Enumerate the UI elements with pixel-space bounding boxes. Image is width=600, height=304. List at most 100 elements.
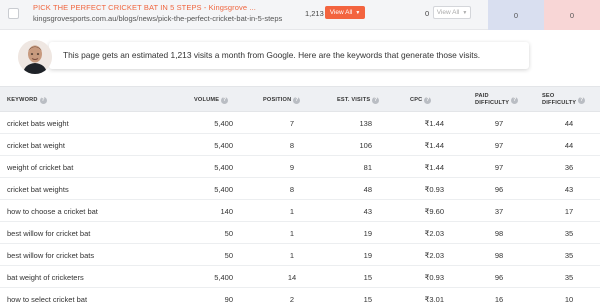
page-title-link[interactable]: PICK THE PERFECT CRICKET BAT IN 5 STEPS …	[33, 3, 256, 12]
keyword-cell[interactable]: weight of cricket bat	[7, 156, 73, 178]
help-icon[interactable]: ?	[511, 96, 519, 104]
keyword-cell[interactable]: how to select cricket bat	[7, 288, 87, 304]
table-row: weight of cricket bat 5,400 9 81 ₹1.44 9…	[0, 156, 600, 178]
seo-difficulty-cell: 17	[564, 206, 574, 216]
volume-cell: 50	[224, 250, 233, 260]
table-row: how to choose a cricket bat 140 1 43 ₹9.…	[0, 200, 600, 222]
table-row: cricket bats weight 5,400 7 138 ₹1.44 97…	[0, 112, 600, 134]
help-icon[interactable]: ?	[578, 96, 586, 104]
keyword-cell[interactable]: cricket bat weights	[7, 178, 69, 200]
view-all-disabled-button[interactable]: View All ▼	[433, 6, 471, 19]
header-seo-line1: SEO	[542, 93, 555, 99]
est-visits-cell: 48	[363, 184, 372, 194]
header-est-visits[interactable]: EST. VISITS ?	[337, 87, 380, 113]
volume-cell: 5,400	[214, 140, 233, 150]
chevron-down-icon: ▼	[355, 9, 361, 16]
table-row: cricket bat weights 5,400 8 48 ₹0.93 96 …	[0, 178, 600, 200]
volume-cell: 5,400	[214, 272, 233, 282]
header-keyword-label: KEYWORD	[7, 97, 38, 103]
cpc-cell: ₹1.44	[424, 140, 444, 150]
keyword-cell[interactable]: cricket bats weight	[7, 112, 69, 134]
seo-difficulty-cell: 35	[564, 250, 574, 260]
table-row: cricket bat weight 5,400 8 106 ₹1.44 97 …	[0, 134, 600, 156]
seo-difficulty-cell: 44	[564, 140, 574, 150]
keyword-cell[interactable]: best willow for cricket bat	[7, 222, 90, 244]
view-all-button[interactable]: View All ▼	[325, 6, 365, 19]
cpc-cell: ₹0.93	[424, 272, 444, 282]
table-row: how to select cricket bat 90 2 15 ₹3.01 …	[0, 288, 600, 304]
keyword-cell[interactable]: best willow for cricket bats	[7, 244, 94, 266]
est-visits-cell: 19	[363, 228, 372, 238]
position-cell: 1	[289, 228, 295, 238]
header-position-label: POSITION	[263, 97, 292, 103]
header-keyword[interactable]: KEYWORD ?	[7, 87, 47, 113]
position-cell: 1	[289, 206, 295, 216]
red-metric-cell: 0	[544, 0, 600, 30]
seo-difficulty-cell: 44	[564, 118, 574, 128]
view-all-disabled-label: View All	[436, 9, 460, 16]
est-visits-cell: 138	[359, 118, 372, 128]
header-position[interactable]: POSITION ?	[263, 87, 301, 113]
position-cell: 9	[289, 162, 295, 172]
paid-difficulty-cell: 98	[494, 228, 504, 238]
help-icon[interactable]: ?	[39, 96, 47, 104]
help-icon[interactable]: ?	[221, 96, 229, 104]
help-icon[interactable]: ?	[372, 96, 380, 104]
header-paid-difficulty[interactable]: PAID DIFFICULTY ?	[475, 87, 519, 113]
paid-difficulty-cell: 37	[494, 206, 504, 216]
keyword-cell[interactable]: how to choose a cricket bat	[7, 200, 98, 222]
select-checkbox[interactable]	[8, 8, 19, 19]
header-volume[interactable]: VOLUME ?	[194, 87, 229, 113]
position-cell: 2	[289, 294, 295, 304]
header-cpc-label: CPC	[410, 97, 423, 103]
person-icon	[18, 40, 52, 74]
cpc-cell: ₹1.44	[424, 118, 444, 128]
header-seo-difficulty[interactable]: SEO DIFFICULTY ?	[542, 87, 586, 113]
header-seo-difficulty-label: SEO DIFFICULTY	[542, 93, 576, 107]
volume-cell: 5,400	[214, 162, 233, 172]
est-visits-cell: 15	[363, 294, 372, 304]
est-visits-cell: 106	[359, 140, 372, 150]
blue-metric-cell: 0	[488, 0, 544, 30]
header-paid-difficulty-label: PAID DIFFICULTY	[475, 93, 509, 107]
table-row: bat weight of cricketers 5,400 14 15 ₹0.…	[0, 266, 600, 288]
table-header: KEYWORD ? VOLUME ? POSITION ? EST. VISIT…	[0, 86, 600, 112]
paid-difficulty-cell: 97	[494, 140, 504, 150]
seo-difficulty-cell: 35	[564, 228, 574, 238]
est-visits-cell: 15	[363, 272, 372, 282]
backlinks-count: 0	[425, 9, 430, 18]
header-seo-line2: DIFFICULTY	[542, 100, 577, 106]
header-cpc[interactable]: CPC ?	[410, 87, 432, 113]
avatar	[18, 40, 52, 74]
keyword-cell[interactable]: bat weight of cricketers	[7, 266, 84, 288]
info-card: This page gets an estimated 1,213 visits…	[49, 42, 529, 69]
cpc-cell: ₹0.93	[424, 184, 444, 194]
seo-difficulty-cell: 36	[564, 162, 574, 172]
position-cell: 8	[289, 140, 295, 150]
paid-difficulty-cell: 97	[494, 118, 504, 128]
position-cell: 7	[289, 118, 295, 128]
cpc-cell: ₹2.03	[424, 250, 444, 260]
volume-cell: 5,400	[214, 184, 233, 194]
cpc-cell: ₹3.01	[424, 294, 444, 304]
volume-cell: 140	[220, 206, 233, 216]
paid-difficulty-cell: 96	[494, 272, 504, 282]
seo-difficulty-cell: 35	[564, 272, 574, 282]
keywords-table: KEYWORD ? VOLUME ? POSITION ? EST. VISIT…	[0, 86, 600, 304]
view-all-label: View All	[329, 9, 353, 16]
page-url: kingsgrovesports.com.au/blogs/news/pick-…	[33, 14, 283, 23]
est-visits-cell: 19	[363, 250, 372, 260]
seo-difficulty-cell: 10	[564, 294, 574, 304]
paid-difficulty-cell: 98	[494, 250, 504, 260]
position-cell: 14	[287, 272, 297, 282]
paid-difficulty-cell: 16	[494, 294, 504, 304]
position-cell: 8	[289, 184, 295, 194]
cpc-cell: ₹1.44	[424, 162, 444, 172]
volume-cell: 50	[224, 228, 233, 238]
visits-count: 1,213	[305, 9, 324, 18]
keyword-cell[interactable]: cricket bat weight	[7, 134, 65, 156]
cpc-cell: ₹9.60	[424, 206, 444, 216]
help-icon[interactable]: ?	[424, 96, 432, 104]
help-icon[interactable]: ?	[293, 96, 301, 104]
cpc-cell: ₹2.03	[424, 228, 444, 238]
